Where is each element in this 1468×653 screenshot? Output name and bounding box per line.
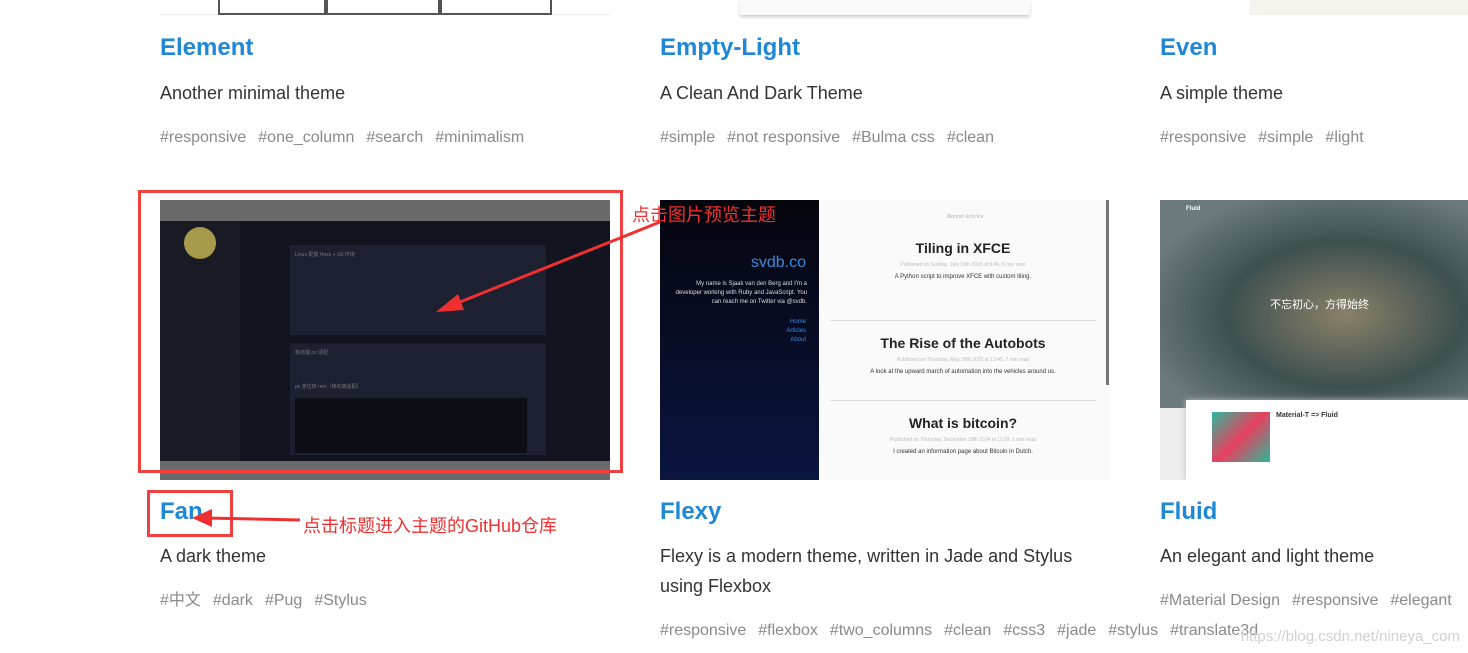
thumb-even-partial[interactable] bbox=[1250, 0, 1468, 15]
tag[interactable]: #not responsive bbox=[727, 129, 840, 146]
theme-title-fluid[interactable]: Fluid bbox=[1160, 498, 1217, 526]
tag[interactable]: #dark bbox=[213, 592, 253, 609]
theme-tags: #responsive #one_column #search #minimalism bbox=[160, 126, 620, 150]
theme-title-even[interactable]: Even bbox=[1160, 34, 1217, 62]
nav-link: About bbox=[790, 337, 806, 343]
article-title: Tiling in XFCE bbox=[915, 240, 1011, 256]
article-desc: A look at the upward march of automation… bbox=[870, 369, 1056, 375]
theme-tags: #simple #not responsive #Bulma css #clean bbox=[660, 126, 1120, 150]
tag[interactable]: #Pug bbox=[265, 592, 302, 609]
annotation-box-title bbox=[147, 490, 233, 537]
tag[interactable]: #stylus bbox=[1108, 622, 1158, 639]
tag[interactable]: #one_column bbox=[258, 129, 354, 146]
theme-tags: #中文 #dark #Pug #Stylus bbox=[160, 589, 620, 613]
tag[interactable]: #clean bbox=[947, 129, 994, 146]
tag[interactable]: #flexbox bbox=[758, 622, 818, 639]
tag[interactable]: #two_columns bbox=[830, 622, 932, 639]
tag[interactable]: #responsive bbox=[160, 129, 246, 146]
tag[interactable]: #css3 bbox=[1003, 622, 1045, 639]
tag[interactable]: #Bulma css bbox=[852, 129, 935, 146]
annotation-text-title: 点击标题进入主题的GitHub仓库 bbox=[303, 516, 558, 536]
theme-tags: #responsive #flexbox #two_columns #clean #cs… bbox=[660, 619, 1258, 643]
tag[interactable]: #responsive bbox=[1292, 592, 1378, 609]
article-title: The Rise of the Autobots bbox=[880, 335, 1046, 351]
article-meta: Published on Sunday, July 19th 2015 at 9… bbox=[900, 262, 1026, 268]
theme-desc: A simple theme bbox=[1160, 83, 1284, 103]
nav-link: Home bbox=[789, 319, 806, 325]
thumb-element-partial[interactable] bbox=[160, 0, 610, 15]
article-meta: Published on Thursday, December 18th 201… bbox=[890, 437, 1036, 443]
theme-title-empty-light[interactable]: Empty-Light bbox=[660, 34, 800, 62]
annotation-text-preview: 点击图片预览主题 bbox=[632, 205, 776, 225]
article-title: What is bitcoin? bbox=[908, 415, 1018, 431]
theme-desc: Another minimal theme bbox=[160, 83, 346, 103]
nav-link: Articles bbox=[786, 328, 806, 334]
tag[interactable]: #Material Design bbox=[1160, 592, 1280, 609]
tag[interactable]: #elegant bbox=[1390, 592, 1451, 609]
slogan: 不忘初心，方得始终 bbox=[1270, 299, 1369, 311]
theme-desc: A dark theme bbox=[160, 546, 267, 566]
theme-desc: An elegant and light theme bbox=[1160, 546, 1375, 566]
article-desc: A Python script to improve XFCE with cus… bbox=[894, 274, 1032, 280]
brand: Fluid bbox=[1186, 206, 1201, 212]
recent-label: Recent Articles bbox=[946, 214, 984, 220]
tag[interactable]: #search bbox=[366, 129, 423, 146]
article-desc: I created an information page about Bitc… bbox=[893, 449, 1033, 455]
tag[interactable]: #Stylus bbox=[314, 592, 366, 609]
tag[interactable]: #responsive bbox=[660, 622, 746, 639]
tag[interactable]: #jade bbox=[1057, 622, 1096, 639]
annotation-box-preview bbox=[138, 190, 623, 473]
tag[interactable]: #中文 bbox=[160, 592, 201, 609]
tag[interactable]: #responsive bbox=[1160, 129, 1246, 146]
thumb-empty-light-partial[interactable] bbox=[740, 0, 1030, 15]
tag[interactable]: #light bbox=[1325, 129, 1363, 146]
watermark: https://blog.csdn.net/nineya_com bbox=[1240, 628, 1460, 645]
post-title: Material-T => Fluid bbox=[1276, 412, 1338, 419]
tag[interactable]: #minimalism bbox=[435, 129, 524, 146]
theme-title-element[interactable]: Element bbox=[160, 34, 253, 62]
tag[interactable]: #simple bbox=[1258, 129, 1313, 146]
theme-tags: #Material Design #responsive #elegant bbox=[1160, 589, 1468, 613]
scrollbar bbox=[1106, 200, 1109, 385]
tag[interactable]: #clean bbox=[944, 622, 991, 639]
theme-tags: #responsive #simple #light bbox=[1160, 126, 1468, 150]
theme-desc: A Clean And Dark Theme bbox=[660, 83, 863, 103]
theme-title-flexy[interactable]: Flexy bbox=[660, 498, 721, 526]
site-name: svdb.co bbox=[750, 254, 806, 271]
theme-desc: Flexy is a modern theme, written in Jade… bbox=[660, 546, 1073, 596]
thumb-fluid[interactable]: Fluid 不忘初心，方得始终 Material-T => Fluid bbox=[1160, 200, 1468, 480]
bio: My name is Sjaak van den Berg and I'm a … bbox=[675, 281, 807, 305]
thumb-flexy[interactable]: svdb.co My name is Sjaak van den Berg an… bbox=[660, 200, 1110, 480]
article-meta: Published on Thursday, May 28th 2015 at … bbox=[896, 357, 1030, 363]
tag[interactable]: #simple bbox=[660, 129, 715, 146]
